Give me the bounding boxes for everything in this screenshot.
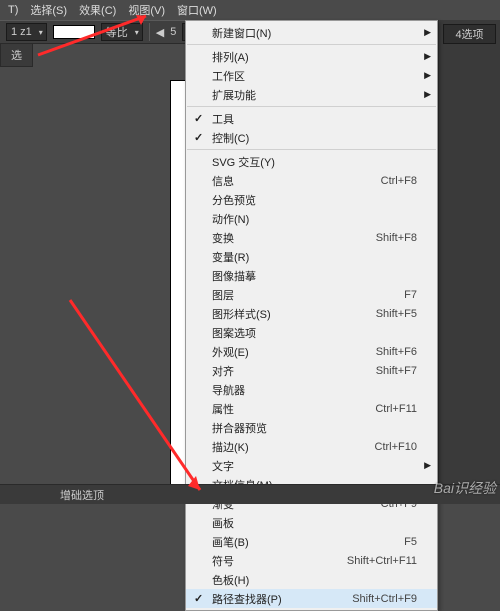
menu-item[interactable]: 画板 [186,513,437,532]
menu-item[interactable]: 导航器 [186,380,437,399]
menu-item-label: 控制(C) [212,130,249,146]
menu-item[interactable]: 扩展功能 ▶ [186,85,437,104]
submenu-arrow-icon: ▶ [424,89,431,100]
menu-item-shortcut: Shift+F8 [376,232,417,244]
panel-tab-select[interactable]: 选 [0,44,33,67]
submenu-arrow-icon: ▶ [424,70,431,81]
menu-item-shortcut: F5 [404,536,417,548]
menu-item[interactable]: 图层 F7 [186,285,437,304]
menu-item-label: 变量(R) [212,249,249,265]
menu-item-shortcut: Shift+F6 [376,346,417,358]
menu-item-label: 工具 [212,111,234,127]
menu-item-shortcut: Shift+F5 [376,308,417,320]
menu-item-label: 符号 [212,553,234,569]
menu-item[interactable]: 拼合器预览 [186,418,437,437]
menu-item[interactable]: 符号 Shift+Ctrl+F11 [186,551,437,570]
menu-item-label: 画笔(B) [212,534,249,550]
bottom-label[interactable]: 增础选顶 [60,487,104,503]
menu-effect[interactable]: 效果(C) [79,2,116,18]
check-icon: ✓ [194,592,203,605]
menu-item-label: 画板 [212,515,234,531]
menu-t[interactable]: T) [8,4,18,16]
menu-item-label: 动作(N) [212,211,249,227]
menu-item-shortcut: Ctrl+F8 [381,175,417,187]
zoom-select[interactable]: 1 z1 [6,23,47,41]
menu-item-label: 新建窗口(N) [212,25,271,41]
menu-item-label: 属性 [212,401,234,417]
menu-item-label: 排列(A) [212,49,249,65]
menu-item[interactable]: 描边(K) Ctrl+F10 [186,437,437,456]
menu-item-shortcut: F7 [404,289,417,301]
window-menu-dropdown: 新建窗口(N) ▶ 排列(A) ▶ 工作区 ▶ 扩展功能 ▶ ✓ 工具 ✓ 控制(C) SVG 交互(Y… [185,20,438,611]
options-button[interactable]: 4选项 [443,24,496,44]
shape-count: 5 [170,26,176,38]
menu-item-label: 信息 [212,173,234,189]
menubar: T) 选择(S) 效果(C) 视图(V) 窗口(W) [0,0,500,20]
menu-item-shortcut: Shift+Ctrl+F11 [347,555,417,567]
menu-item-label: 描边(K) [212,439,249,455]
menu-item-label: 路径查找器(P) [212,591,282,607]
menu-item-label: 变换 [212,230,234,246]
menu-select[interactable]: 选择(S) [30,2,67,18]
menu-item[interactable]: 信息 Ctrl+F8 [186,171,437,190]
menu-item-shortcut: Shift+F7 [376,365,417,377]
menu-item-label: 分色预览 [212,192,256,208]
menu-separator [187,106,436,107]
menu-item[interactable]: ✓ 控制(C) [186,128,437,147]
menu-item[interactable]: ✓ 工具 [186,109,437,128]
menu-item[interactable]: 外观(E) Shift+F6 [186,342,437,361]
menu-item[interactable]: 分色预览 [186,190,437,209]
menu-separator [187,44,436,45]
menu-item[interactable]: 变换 Shift+F8 [186,228,437,247]
divider [149,23,150,41]
menu-item-label: 图案选项 [212,325,256,341]
menu-window[interactable]: 窗口(W) [177,2,217,18]
menu-item-label: 外观(E) [212,344,249,360]
menu-item-shortcut: Ctrl+F11 [375,403,417,415]
right-panel-strip: 4选项 [438,20,500,504]
menu-item[interactable]: 新建窗口(N) ▶ [186,23,437,42]
menu-item[interactable]: SVG 交互(Y) [186,152,437,171]
menu-item-label: 图层 [212,287,234,303]
menu-item[interactable]: 色板(H) [186,570,437,589]
menu-item-label: 导航器 [212,382,245,398]
shape-count-dec[interactable]: ◀ [156,26,164,39]
menu-item-label: 工作区 [212,68,245,84]
bottom-bar: 增础选顶 [0,484,500,504]
menu-item-label: 对齐 [212,363,234,379]
menu-item[interactable]: 对齐 Shift+F7 [186,361,437,380]
menu-item-label: 色板(H) [212,572,249,588]
menu-item-label: 拼合器预览 [212,420,267,436]
stroke-mode-select[interactable]: 等比 [101,23,143,41]
menu-item-label: 图形样式(S) [212,306,271,322]
menu-item-label: 文字 [212,458,234,474]
submenu-arrow-icon: ▶ [424,51,431,62]
menu-item-label: 扩展功能 [212,87,256,103]
menu-item[interactable]: 画笔(B) F5 [186,532,437,551]
submenu-arrow-icon: ▶ [424,460,431,471]
menu-item[interactable]: 变量(R) [186,247,437,266]
menu-item-label: 图像描摹 [212,268,256,284]
menu-view[interactable]: 视图(V) [128,2,165,18]
check-icon: ✓ [194,112,203,125]
menu-separator [187,149,436,150]
menu-item[interactable]: 图案选项 [186,323,437,342]
menu-item[interactable]: 图像描摹 [186,266,437,285]
check-icon: ✓ [194,131,203,144]
submenu-arrow-icon: ▶ [424,27,431,38]
watermark: Bai识经验 [434,478,496,498]
menu-item[interactable]: ✓ 路径查找器(P) Shift+Ctrl+F9 [186,589,437,608]
menu-item-label: SVG 交互(Y) [212,154,275,170]
menu-item[interactable]: 工作区 ▶ [186,66,437,85]
menu-item[interactable]: 属性 Ctrl+F11 [186,399,437,418]
menu-item[interactable]: 动作(N) [186,209,437,228]
menu-item[interactable]: 图形样式(S) Shift+F5 [186,304,437,323]
menu-item-shortcut: Ctrl+F10 [375,441,418,453]
menu-item[interactable]: 文字 ▶ [186,456,437,475]
stroke-preview[interactable] [53,25,95,39]
menu-item[interactable]: 排列(A) ▶ [186,47,437,66]
menu-item-shortcut: Shift+Ctrl+F9 [352,593,417,605]
